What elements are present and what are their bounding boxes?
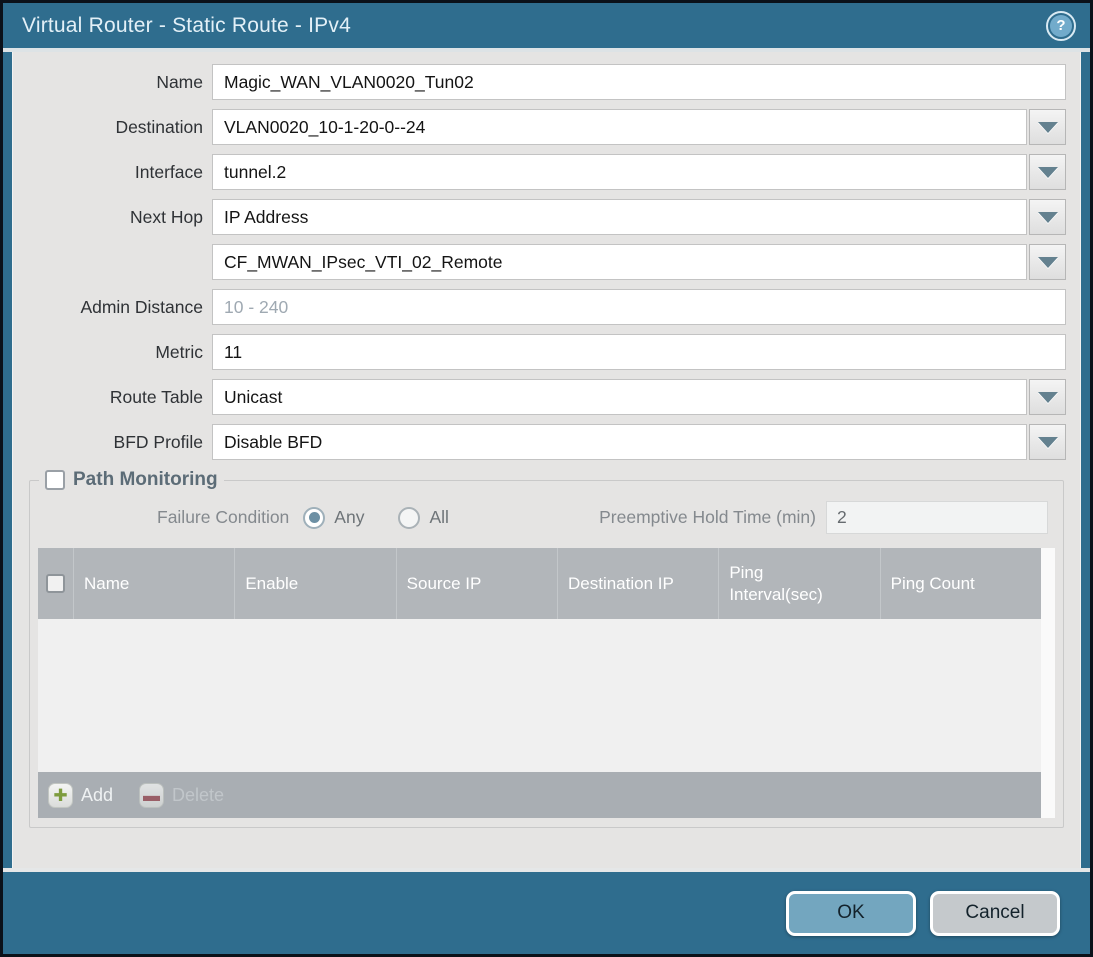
- dialog-title: Virtual Router - Static Route - IPv4: [22, 14, 1046, 38]
- admin-distance-label: Admin Distance: [27, 297, 212, 318]
- failure-condition-row: Failure Condition Any All Preemptive Hol…: [41, 501, 1052, 534]
- failure-condition-any-label: Any: [334, 507, 364, 528]
- destination-dropdown-button[interactable]: [1029, 109, 1066, 145]
- admin-distance-input[interactable]: [212, 289, 1066, 325]
- failure-condition-all-label: All: [429, 507, 448, 528]
- table-toolbar: ✚ Add ▬ Delete: [38, 772, 1041, 818]
- name-row: Name: [27, 64, 1066, 100]
- column-header-name[interactable]: Name: [73, 548, 234, 619]
- metric-row: Metric: [27, 334, 1066, 370]
- dialog-content: Name Destination Interface: [12, 52, 1081, 868]
- bfd-profile-dropdown-button[interactable]: [1029, 424, 1066, 460]
- path-monitoring-title: Path Monitoring: [73, 469, 218, 491]
- help-button[interactable]: ?: [1046, 11, 1076, 41]
- chevron-down-icon: [1038, 122, 1058, 133]
- metric-input[interactable]: [212, 334, 1066, 370]
- cancel-button[interactable]: Cancel: [930, 891, 1060, 936]
- interface-label: Interface: [27, 162, 212, 183]
- plus-icon: ✚: [48, 783, 73, 808]
- dialog-window: Virtual Router - Static Route - IPv4 ? N…: [3, 3, 1090, 954]
- metric-label: Metric: [27, 342, 212, 363]
- minus-icon: ▬: [139, 783, 164, 808]
- path-monitoring-table: Name Enable Source IP Destination IP Pin…: [38, 548, 1055, 818]
- route-table-dropdown-button[interactable]: [1029, 379, 1066, 415]
- interface-dropdown-button[interactable]: [1029, 154, 1066, 190]
- preemptive-hold-time-label: Preemptive Hold Time (min): [599, 507, 816, 528]
- next-hop-row: Next Hop: [27, 199, 1066, 235]
- destination-label: Destination: [27, 117, 212, 138]
- interface-row: Interface: [27, 154, 1066, 190]
- title-bar: Virtual Router - Static Route - IPv4 ?: [3, 3, 1090, 52]
- failure-condition-label: Failure Condition: [157, 507, 289, 528]
- column-header-ping-count[interactable]: Ping Count: [880, 548, 1041, 619]
- path-monitoring-legend: Path Monitoring: [39, 469, 224, 491]
- chevron-down-icon: [1038, 167, 1058, 178]
- select-all-checkbox[interactable]: [46, 574, 65, 593]
- chevron-down-icon: [1038, 437, 1058, 448]
- interface-input[interactable]: [212, 154, 1027, 190]
- delete-button[interactable]: ▬ Delete: [139, 783, 224, 808]
- ok-button[interactable]: OK: [786, 891, 916, 936]
- route-table-input[interactable]: [212, 379, 1027, 415]
- chevron-down-icon: [1038, 257, 1058, 268]
- question-mark-icon: ?: [1050, 15, 1072, 37]
- destination-input[interactable]: [212, 109, 1027, 145]
- next-hop-label: Next Hop: [27, 207, 212, 228]
- column-header-enable[interactable]: Enable: [234, 548, 395, 619]
- add-button-label: Add: [81, 785, 113, 806]
- path-monitoring-section: Path Monitoring Failure Condition Any Al…: [29, 469, 1064, 828]
- next-hop-type-dropdown-button[interactable]: [1029, 199, 1066, 235]
- bfd-profile-label: BFD Profile: [27, 432, 212, 453]
- next-hop-address-dropdown-button[interactable]: [1029, 244, 1066, 280]
- preemptive-hold-time-input[interactable]: [826, 501, 1048, 534]
- next-hop-type-input[interactable]: [212, 199, 1027, 235]
- admin-distance-row: Admin Distance: [27, 289, 1066, 325]
- table-scrollbar-gutter: [1041, 548, 1055, 818]
- route-table-label: Route Table: [27, 387, 212, 408]
- next-hop-address-row: [27, 244, 1066, 280]
- failure-condition-all-radio[interactable]: [398, 507, 420, 529]
- name-input[interactable]: [212, 64, 1066, 100]
- delete-button-label: Delete: [172, 785, 224, 806]
- bfd-profile-row: BFD Profile: [27, 424, 1066, 460]
- dialog-footer: OK Cancel: [3, 868, 1090, 954]
- column-header-source-ip[interactable]: Source IP: [396, 548, 557, 619]
- add-button[interactable]: ✚ Add: [48, 783, 113, 808]
- route-table-row: Route Table: [27, 379, 1066, 415]
- table-body-empty: [38, 619, 1041, 772]
- destination-row: Destination: [27, 109, 1066, 145]
- next-hop-address-input[interactable]: [212, 244, 1027, 280]
- failure-condition-any-radio[interactable]: [303, 507, 325, 529]
- table-header-checkbox-cell: [38, 548, 73, 619]
- path-monitoring-checkbox[interactable]: [45, 470, 65, 490]
- bfd-profile-input[interactable]: [212, 424, 1027, 460]
- screen-frame: Virtual Router - Static Route - IPv4 ? N…: [0, 0, 1093, 957]
- column-header-ping-interval[interactable]: Ping Interval(sec): [718, 548, 879, 619]
- chevron-down-icon: [1038, 392, 1058, 403]
- column-header-destination-ip[interactable]: Destination IP: [557, 548, 718, 619]
- table-header-row: Name Enable Source IP Destination IP Pin…: [38, 548, 1041, 619]
- chevron-down-icon: [1038, 212, 1058, 223]
- name-label: Name: [27, 72, 212, 93]
